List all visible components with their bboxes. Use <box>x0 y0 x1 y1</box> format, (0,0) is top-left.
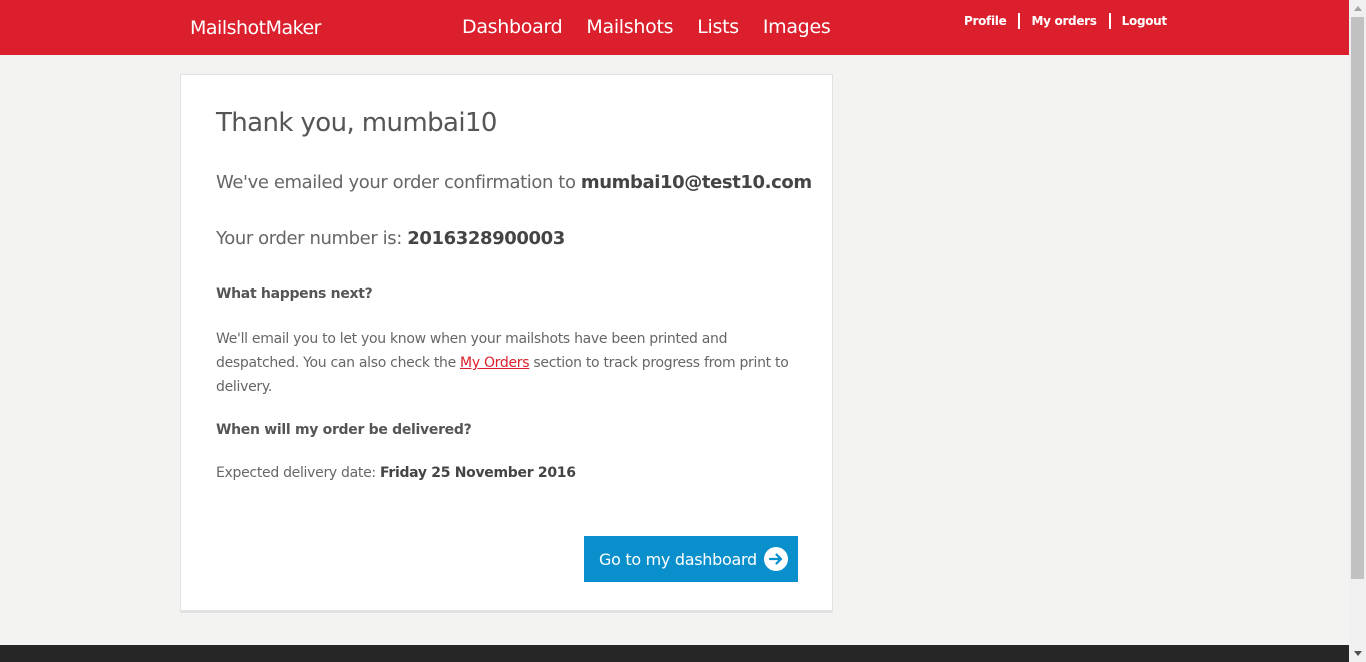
nav-lists[interactable]: Lists <box>697 16 739 38</box>
main-nav: Dashboard Mailshots Lists Images <box>462 16 831 38</box>
button-label: Go to my dashboard <box>599 549 757 569</box>
scroll-up-arrow-icon[interactable] <box>1349 0 1366 17</box>
arrow-right-circle-icon <box>764 547 788 571</box>
page-title: Thank you, mumbai10 <box>216 108 497 138</box>
delivery-date: Friday 25 November 2016 <box>379 465 576 481</box>
email-prefix: We've emailed your order confirmation to <box>216 172 581 193</box>
order-prefix: Your order number is: <box>216 228 408 249</box>
scroll-down-arrow-icon[interactable] <box>1349 645 1366 662</box>
logout-link[interactable]: Logout <box>1122 14 1168 28</box>
user-nav: Profile My orders Logout <box>964 13 1167 29</box>
logo[interactable]: MailshotMaker <box>190 17 321 39</box>
footer <box>0 645 1349 662</box>
nav-divider <box>1018 13 1021 29</box>
delivery-date-line: Expected delivery date: Friday 25 Novemb… <box>216 465 576 481</box>
my-orders-inline-link[interactable]: My Orders <box>460 355 530 371</box>
order-number: 2016328900003 <box>407 228 565 249</box>
nav-mailshots[interactable]: Mailshots <box>586 16 673 38</box>
delivery-heading: When will my order be delivered? <box>216 422 472 438</box>
go-to-dashboard-button[interactable]: Go to my dashboard <box>584 536 798 582</box>
order-confirmation-card: Thank you, mumbai10 We've emailed your o… <box>180 74 833 613</box>
next-steps-text: We'll email you to let you know when you… <box>216 327 796 399</box>
nav-divider <box>1108 13 1111 29</box>
email-address: mumbai10@test10.com <box>580 172 812 193</box>
nav-dashboard[interactable]: Dashboard <box>462 16 563 38</box>
delivery-prefix: Expected delivery date: <box>216 465 380 481</box>
my-orders-link[interactable]: My orders <box>1031 14 1097 28</box>
order-number-line: Your order number is: 2016328900003 <box>216 228 565 249</box>
email-confirmation-line: We've emailed your order confirmation to… <box>216 172 812 193</box>
nav-images[interactable]: Images <box>763 16 831 38</box>
top-navigation-bar: MailshotMaker Dashboard Mailshots Lists … <box>0 0 1349 55</box>
scrollbar-thumb[interactable] <box>1351 17 1364 579</box>
next-steps-heading: What happens next? <box>216 286 373 302</box>
vertical-scrollbar[interactable] <box>1349 0 1366 662</box>
profile-link[interactable]: Profile <box>964 14 1007 28</box>
